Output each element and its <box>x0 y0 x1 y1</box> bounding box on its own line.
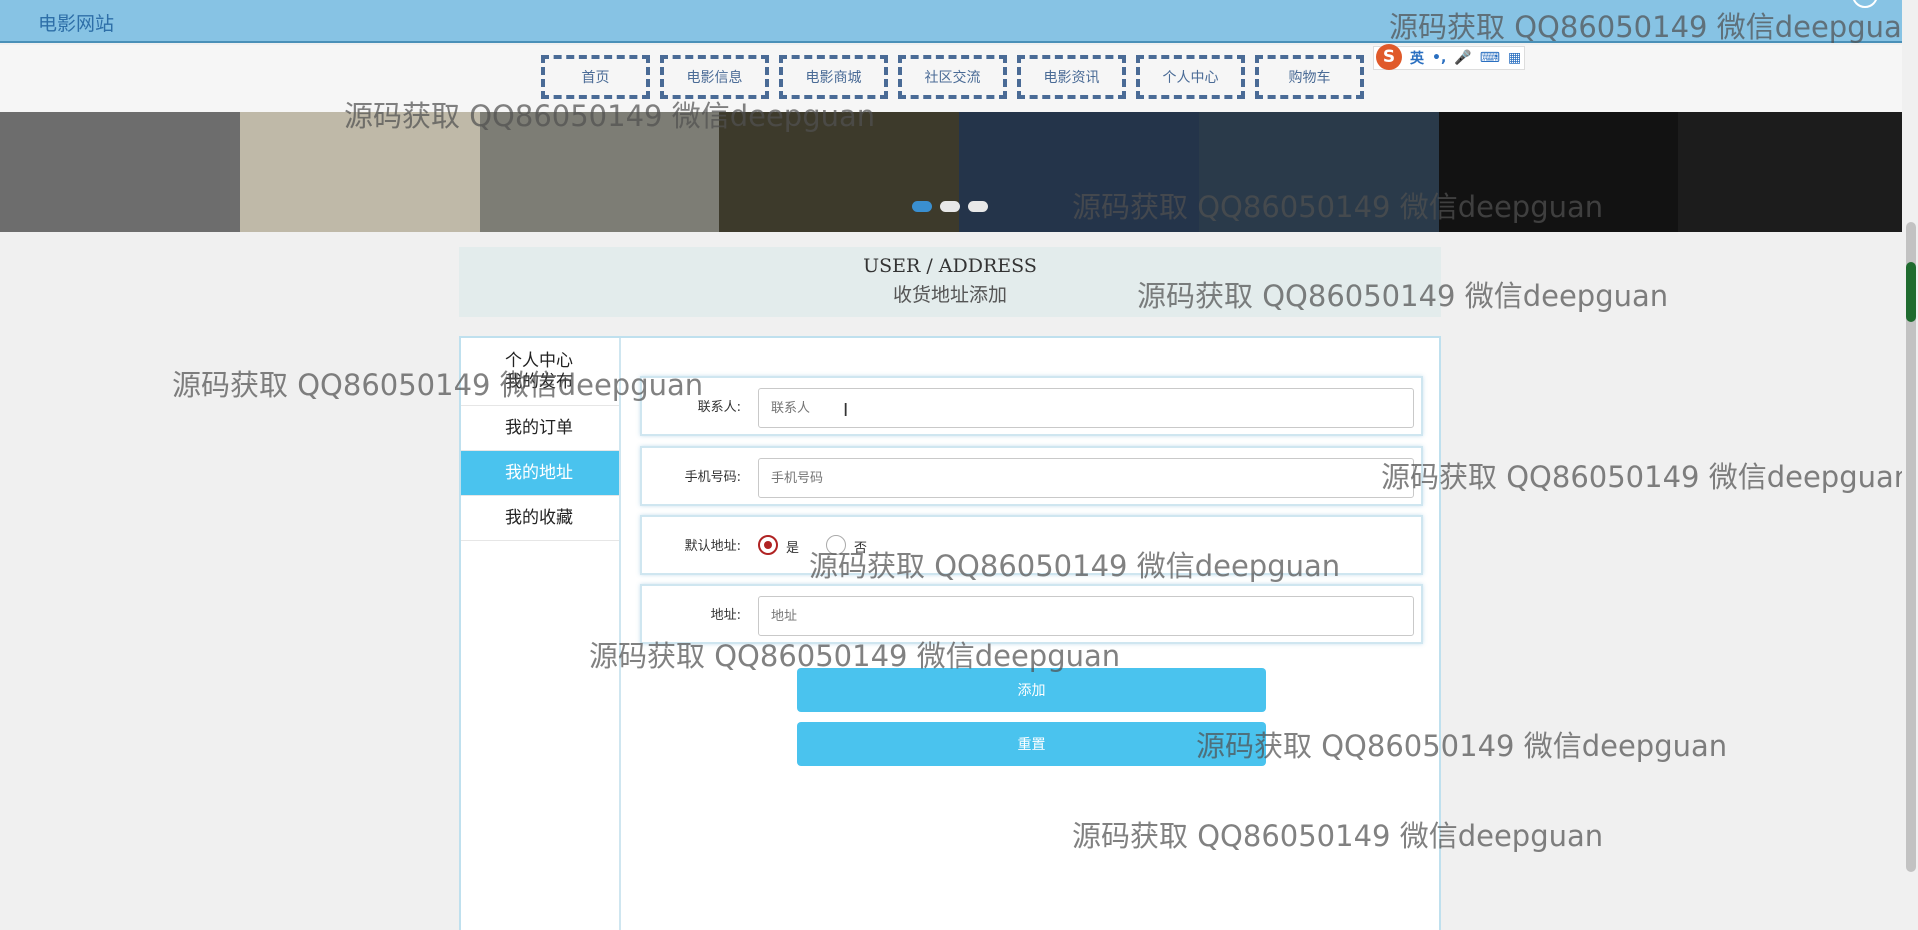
sidebar-item-my-orders[interactable]: 我的订单 <box>461 406 619 451</box>
nav-home[interactable]: 首页 <box>541 55 650 99</box>
phone-row: 手机号码: <box>640 446 1423 506</box>
banner-poster <box>239 112 480 232</box>
phone-input[interactable] <box>758 458 1414 498</box>
banner-poster <box>1678 112 1918 232</box>
phone-label: 手机号码: <box>684 470 741 485</box>
contact-label: 联系人: <box>697 400 741 415</box>
banner-poster <box>959 112 1199 232</box>
carousel-dots <box>912 201 988 212</box>
carousel-dot[interactable] <box>968 201 988 212</box>
banner-poster <box>479 112 720 232</box>
default-address-row: 默认地址: 是 否 <box>640 515 1423 575</box>
banner-poster <box>1438 112 1679 232</box>
ime-grid-icon[interactable]: ▦ <box>1508 50 1521 66</box>
ime-punctuation-icon[interactable]: •, <box>1432 50 1446 66</box>
ime-toolbar[interactable]: S 英 •, 🎤 ⌨ ▦ <box>1373 44 1525 70</box>
default-address-label: 默认地址: <box>684 539 741 554</box>
nav-row: 首页 电影信息 电影商城 社区交流 电影资讯 个人中心 购物车 <box>0 45 1918 112</box>
banner-poster <box>719 112 959 232</box>
carousel-dot[interactable] <box>912 201 932 212</box>
reset-button[interactable]: 重置 <box>797 722 1266 766</box>
address-input[interactable] <box>758 596 1414 636</box>
text-cursor-icon: I <box>843 400 849 421</box>
main-nav: 首页 电影信息 电影商城 社区交流 电影资讯 个人中心 购物车 <box>541 55 1374 99</box>
banner-poster <box>0 112 240 232</box>
sidebar-item-user-center[interactable]: 个人中心 <box>461 338 619 371</box>
page-title-band: USER / ADDRESS 收货地址添加 <box>459 247 1441 317</box>
nav-cart[interactable]: 购物车 <box>1255 55 1364 99</box>
address-label: 地址: <box>710 608 741 623</box>
sidebar-item-my-favorites[interactable]: 我的收藏 <box>461 496 619 541</box>
nav-movie-mall[interactable]: 电影商城 <box>779 55 888 99</box>
nav-movie-news[interactable]: 电影资讯 <box>1017 55 1126 99</box>
page-title: 收货地址添加 <box>892 284 1007 306</box>
contact-row: 联系人: <box>640 376 1423 436</box>
user-sidebar: 个人中心 我的发布 我的订单 我的地址 我的收藏 <box>461 338 621 930</box>
ime-keyboard-icon[interactable]: ⌨ <box>1480 50 1500 66</box>
address-row: 地址: <box>640 584 1423 644</box>
watermark: 源码获取 QQ86050149 微信deepguan <box>1381 460 1913 494</box>
add-button[interactable]: 添加 <box>797 668 1266 712</box>
ime-logo-icon[interactable]: S <box>1376 44 1402 70</box>
ime-mic-icon[interactable]: 🎤 <box>1454 50 1471 66</box>
page-title-en: USER / ADDRESS <box>863 255 1037 277</box>
default-no-label: 否 <box>854 541 868 556</box>
banner-carousel <box>0 112 1918 232</box>
page-scrollbar[interactable] <box>1902 0 1918 930</box>
scrollbar-indicator <box>1906 262 1916 322</box>
ime-lang-toggle[interactable]: 英 <box>1410 48 1424 68</box>
sidebar-item-my-address[interactable]: 我的地址 <box>461 451 619 496</box>
address-panel: 个人中心 我的发布 我的订单 我的地址 我的收藏 联系人: 手机号码: 默认地址… <box>459 336 1441 930</box>
default-yes-label: 是 <box>786 541 800 556</box>
nav-user-center[interactable]: 个人中心 <box>1136 55 1245 99</box>
top-header: 电影网站 <box>0 0 1918 43</box>
carousel-dot[interactable] <box>940 201 960 212</box>
contact-input[interactable] <box>758 388 1414 428</box>
nav-movie-info[interactable]: 电影信息 <box>660 55 769 99</box>
sidebar-item-my-posts[interactable]: 我的发布 <box>461 360 619 406</box>
banner-poster <box>1198 112 1439 232</box>
user-avatar-icon[interactable] <box>1852 0 1878 8</box>
default-yes-radio[interactable] <box>758 535 778 555</box>
nav-community[interactable]: 社区交流 <box>898 55 1007 99</box>
site-title[interactable]: 电影网站 <box>38 9 114 36</box>
default-no-radio[interactable] <box>826 535 846 555</box>
